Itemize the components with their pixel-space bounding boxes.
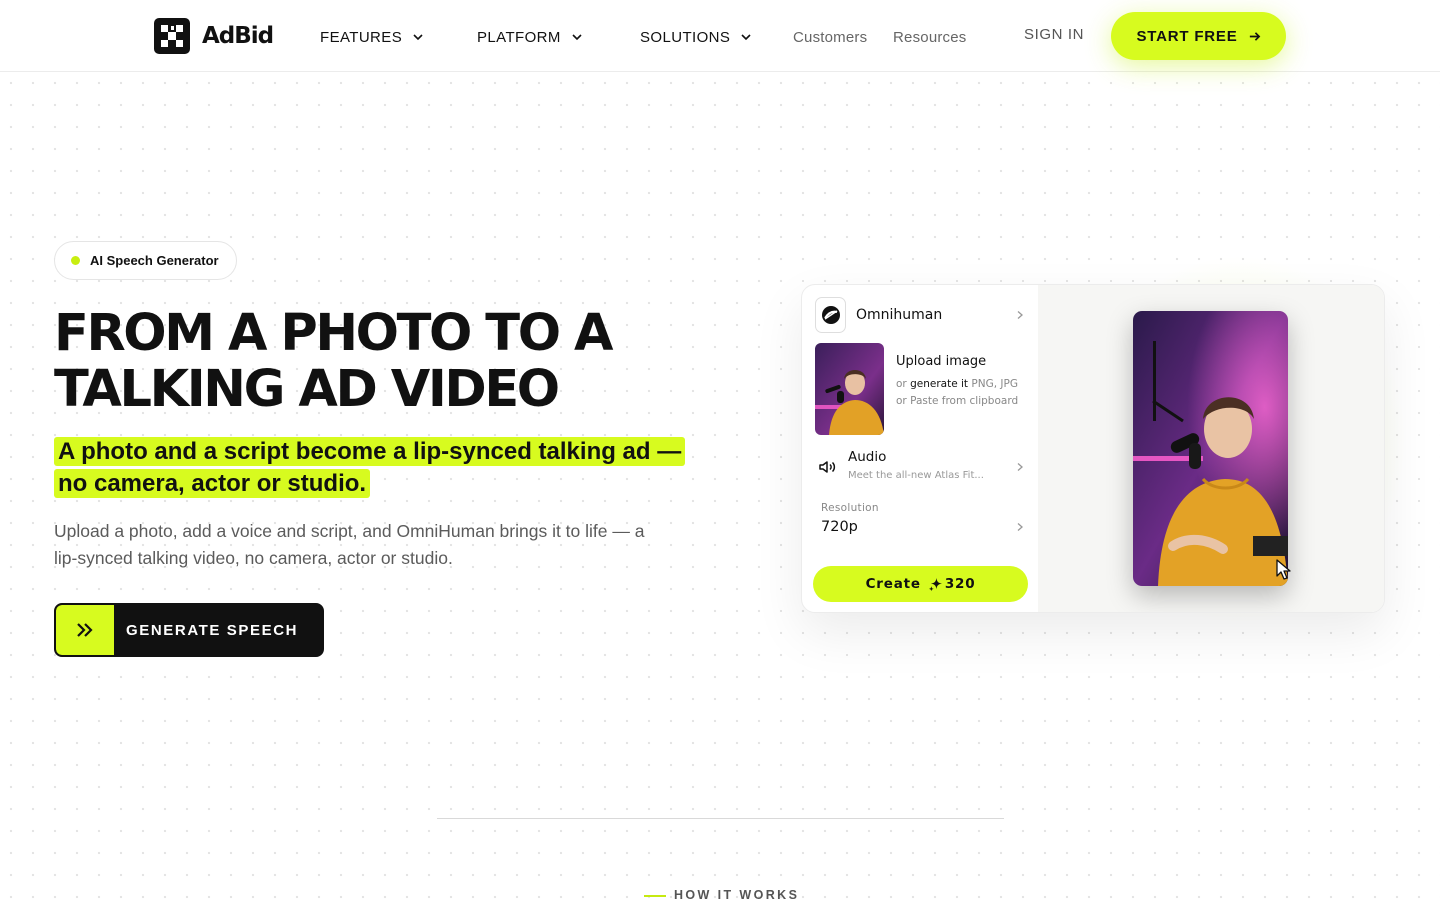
feature-badge: AI Speech Generator [54,241,237,280]
audio-selector[interactable]: Audio Meet the all-new Atlas Fit... [817,447,1025,487]
section-accent-line [644,895,666,897]
create-button[interactable]: Create 320 [813,566,1028,602]
chevron-down-icon [572,34,582,41]
upload-image-title: Upload image [896,354,987,369]
nav-customers[interactable]: Customers [793,26,867,48]
section-divider [437,818,1004,819]
audio-subtitle: Meet the all-new Atlas Fit... [848,470,984,481]
credits-cost: 320 [928,576,976,592]
resolution-selector[interactable]: Resolution 720p [821,500,1025,540]
nav-resources[interactable]: Resources [893,26,967,48]
resolution-label: Resolution [821,502,879,514]
uploaded-photo-thumbnail [815,343,884,435]
start-free-label: START FREE [1136,27,1238,45]
nav-platform[interactable]: PLATFORM [477,26,583,48]
audio-title: Audio [848,449,887,465]
cursor-icon [1276,559,1291,580]
upload-hint-prefix: or [896,378,907,390]
logo-mark-icon [154,18,190,54]
model-selector[interactable]: Omnihuman [815,297,1025,333]
hero-title: FROM A PHOTO TO A TALKING AD VIDEO [54,304,613,419]
generate-it-link[interactable]: generate it [910,378,968,390]
resolution-value: 720p [821,519,858,535]
speaker-icon [819,461,836,473]
generate-speech-label: GENERATE SPEECH [126,621,299,639]
badge-dot-icon [71,256,80,265]
chevron-right-icon [1017,523,1023,531]
video-preview-image[interactable] [1133,311,1288,586]
model-name: Omnihuman [856,307,943,323]
hero-highlight: A photo and a script become a lip-synced… [54,436,694,500]
top-navbar: AdBid FEATURES PLATFORM SOLUTIONS Custom… [0,0,1440,72]
hero-highlight-text: A photo and a script become a lip-synced… [54,437,686,498]
chevron-right-icon [1017,463,1023,471]
nav-solutions[interactable]: SOLUTIONS [640,26,752,48]
hero-description: Upload a photo, add a voice and script, … [54,521,645,568]
upload-image-area[interactable]: Upload image or generate it PNG, JPG or … [815,343,1030,435]
sparkle-icon [928,577,942,591]
brand-name: AdBid [202,23,274,49]
chevron-down-icon [741,34,751,41]
double-chevron-right-icon [56,605,114,655]
product-mockup: Omnihuman Upload image or generate it PN… [801,284,1385,613]
start-free-button[interactable]: START FREE [1111,12,1286,60]
model-logo-icon [815,297,846,333]
arrow-right-icon [1249,31,1260,41]
how-it-works-label: HOW IT WORKS [674,888,800,900]
brand-logo[interactable]: AdBid [154,18,274,54]
create-label: Create [865,576,921,592]
mockup-settings-panel: Omnihuman Upload image or generate it PN… [802,285,1038,612]
nav-platform-label: PLATFORM [477,28,561,46]
generate-speech-button[interactable]: GENERATE SPEECH [54,603,324,657]
badge-label: AI Speech Generator [90,253,219,268]
credits-value: 320 [944,576,976,592]
sign-in-link[interactable]: SIGN IN [1024,26,1084,43]
nav-features-label: FEATURES [320,28,403,46]
chevron-right-icon [1017,311,1023,319]
nav-features[interactable]: FEATURES [320,26,424,48]
nav-solutions-label: SOLUTIONS [640,28,731,46]
chevron-down-icon [413,34,423,41]
upload-image-hint: or generate it PNG, JPG or Paste from cl… [896,376,1026,409]
